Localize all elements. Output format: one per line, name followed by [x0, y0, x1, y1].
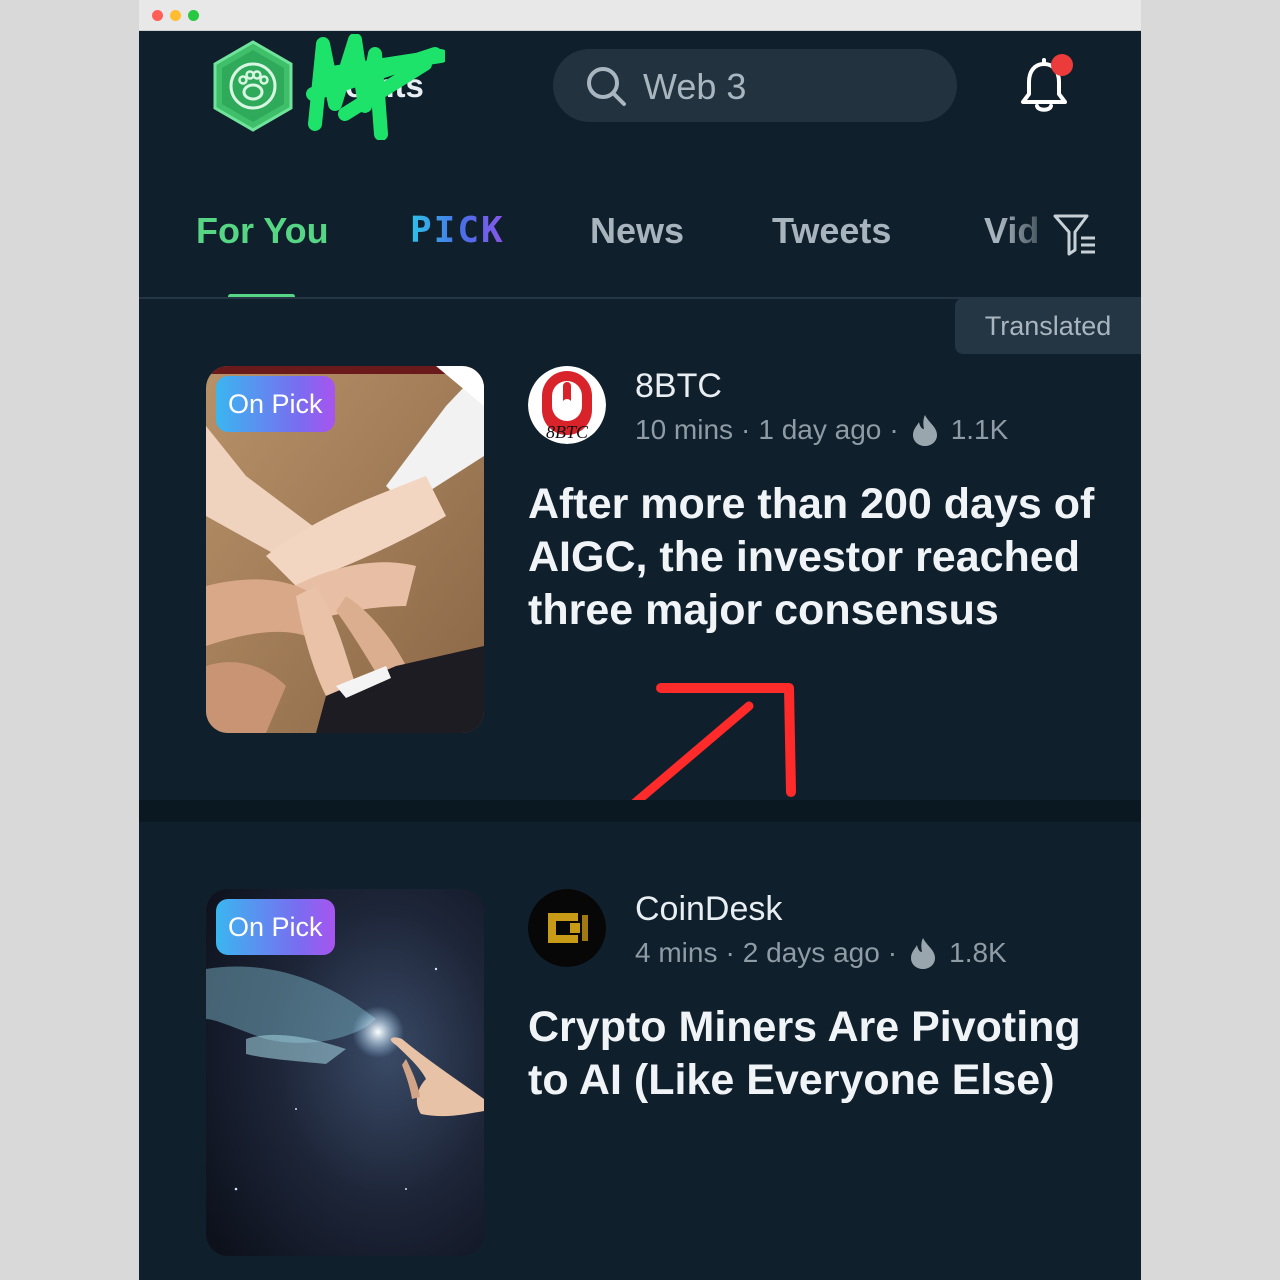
- coindesk-logo-icon: [528, 889, 606, 967]
- on-pick-badge: On Pick: [216, 376, 335, 432]
- points-label: Points: [323, 67, 424, 104]
- close-window-icon[interactable]: [152, 10, 163, 21]
- tab-tweets[interactable]: Tweets: [772, 210, 891, 252]
- translated-toggle[interactable]: Translated: [955, 298, 1141, 354]
- card-separator: [139, 800, 1141, 822]
- heat-count: 1.1K: [950, 414, 1009, 445]
- flame-icon: [912, 415, 937, 446]
- minimize-window-icon[interactable]: [170, 10, 181, 21]
- article-headline[interactable]: Crypto Miners Are Pivoting to AI (Like E…: [528, 1001, 1108, 1107]
- source-name[interactable]: CoinDesk: [635, 890, 782, 929]
- tab-pick[interactable]: PICK: [410, 210, 505, 251]
- read-time: 4 mins: [635, 937, 718, 968]
- flame-icon: [911, 938, 936, 969]
- search-icon: [587, 67, 626, 106]
- filter-list-icon[interactable]: [1051, 210, 1099, 258]
- category-tabs: For You PICK News Tweets Vid: [139, 190, 1141, 280]
- published-age: 1 day ago: [758, 414, 882, 445]
- 8btc-logo-icon: 8BTC: [528, 366, 606, 444]
- points-counter[interactable]: Points: [315, 62, 424, 110]
- tab-for-you[interactable]: For You: [196, 210, 329, 252]
- source-avatar-coindesk[interactable]: [528, 889, 606, 967]
- published-age: 2 days ago: [742, 937, 880, 968]
- red-annotation-arrow: [624, 683, 796, 813]
- article-thumbnail[interactable]: On Pick: [206, 366, 484, 733]
- article-thumbnail[interactable]: On Pick: [206, 889, 484, 1256]
- maximize-window-icon[interactable]: [188, 10, 199, 21]
- read-time: 10 mins: [635, 414, 734, 445]
- notification-badge: [1051, 54, 1073, 76]
- on-pick-badge: On Pick: [216, 899, 335, 955]
- paw-hexagon-logo-icon[interactable]: [211, 40, 295, 132]
- window-titlebar: [139, 0, 1141, 31]
- search-input[interactable]: [641, 59, 935, 115]
- app-window: Points For You PICK News Tweets Vid Tran…: [139, 0, 1141, 1280]
- article-headline[interactable]: After more than 200 days of AIGC, the in…: [528, 478, 1108, 637]
- source-avatar-8btc[interactable]: 8BTC: [528, 366, 606, 444]
- search-bar[interactable]: [553, 49, 957, 122]
- source-name[interactable]: 8BTC: [635, 367, 722, 406]
- tab-news[interactable]: News: [590, 210, 684, 252]
- svg-text:8BTC: 8BTC: [546, 422, 589, 442]
- heat-count: 1.8K: [949, 937, 1007, 968]
- article-meta: 10 mins · 1 day ago · 1.1K: [635, 414, 1009, 446]
- article-meta: 4 mins · 2 days ago · 1.8K: [635, 937, 1007, 969]
